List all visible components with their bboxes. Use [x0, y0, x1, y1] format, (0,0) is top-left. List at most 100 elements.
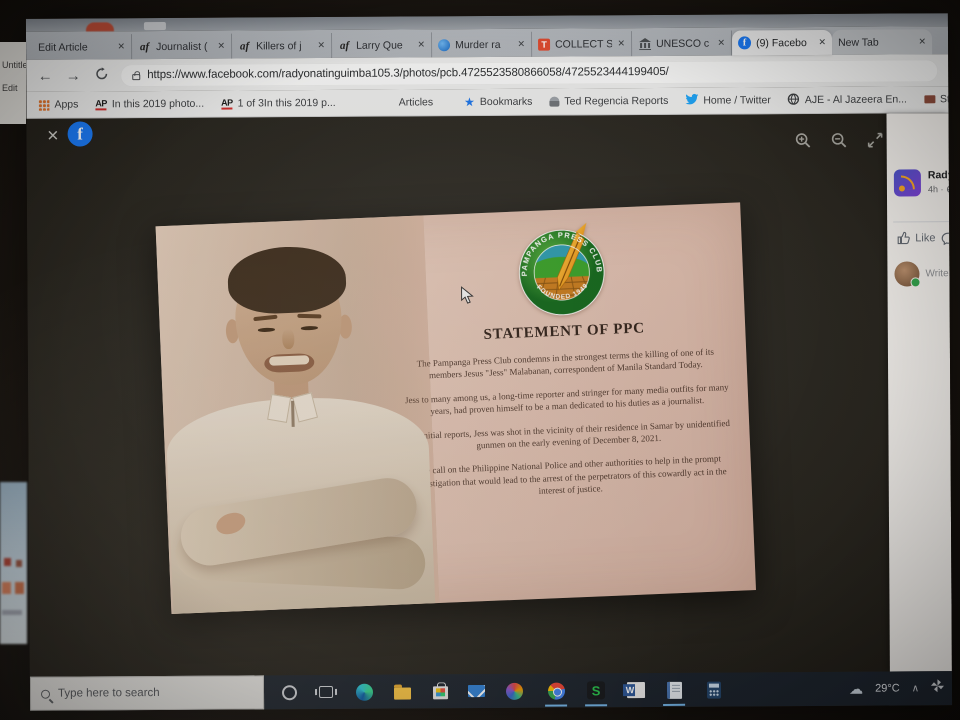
bookmark-articles[interactable]: Articles [399, 96, 434, 108]
zoom-out-icon[interactable] [831, 132, 848, 149]
like-button[interactable]: Like [897, 231, 935, 244]
zoom-in-icon[interactable] [795, 132, 812, 149]
background-window-sliver: Untitled Edit [0, 42, 26, 124]
comment-icon[interactable] [941, 232, 952, 250]
tab-close-icon[interactable]: ✕ [918, 36, 926, 47]
page-name[interactable]: Radyo [928, 169, 952, 181]
task-view-icon[interactable] [314, 680, 338, 704]
tab-close-icon[interactable]: ✕ [317, 40, 325, 51]
system-tray: ☁ 29°C ∧ [849, 671, 944, 706]
word-icon[interactable]: W [624, 678, 648, 702]
paint-3d-icon[interactable] [502, 679, 526, 703]
tab-label: Killers of j [256, 40, 313, 52]
tab-close-icon[interactable]: ✕ [717, 38, 725, 49]
public-globe-icon [946, 185, 951, 193]
tab-label: Edit Article [38, 41, 113, 53]
person-icon [549, 97, 559, 107]
s-app-icon[interactable]: S [584, 678, 608, 702]
bookmark-storycorps[interactable]: StoryCorps: Recordi... [924, 93, 952, 106]
microsoft-store-icon[interactable] [428, 679, 452, 703]
background-window-menu: Edit [2, 77, 26, 100]
tab-killers-of-journalists[interactable]: af Killers of j ✕ [232, 33, 332, 59]
af-favicon: af [238, 39, 251, 52]
tab-larry-que[interactable]: af Larry Que ✕ [332, 32, 432, 58]
tray-expand-icon[interactable]: ∧ [912, 683, 919, 694]
statement-paragraph-2: Jess to many among us, a long-time repor… [401, 381, 734, 419]
bookmark-ap-photo-2[interactable]: AP 1 of 3In this 2019 p... [221, 97, 336, 110]
fullscreen-icon[interactable] [867, 132, 884, 149]
facebook-logo[interactable]: f [68, 121, 93, 146]
globe-icon [788, 93, 800, 108]
divider [893, 221, 949, 222]
tab-facebook-active[interactable]: f (9) Facebo ✕ [732, 30, 832, 56]
tab-murder[interactable]: Murder ra ✕ [432, 32, 532, 58]
post-timestamp: 4h · [928, 184, 952, 194]
comment-input[interactable]: Write a c [925, 268, 951, 279]
tab-edit-article[interactable]: Edit Article ✕ [32, 34, 132, 60]
bookmark-ted-regencia[interactable]: Ted Regencia Reports [549, 95, 668, 108]
tab-label: Larry Que [356, 39, 413, 51]
mouse-cursor [461, 286, 474, 309]
tab-label: New Tab [838, 36, 914, 48]
tab-label: Journalist ( [156, 40, 213, 52]
user-avatar[interactable] [894, 261, 919, 286]
tab-close-icon[interactable]: ✕ [617, 38, 625, 49]
cortana-icon[interactable] [277, 680, 301, 704]
bookmark-label: 1 of 3In this 2019 p... [238, 97, 336, 110]
like-label: Like [915, 232, 935, 244]
bookmark-ap-photo-1[interactable]: AP In this 2019 photo... [95, 98, 204, 111]
calculator-icon[interactable] [702, 678, 726, 702]
tab-unesco[interactable]: UNESCO c ✕ [632, 31, 732, 57]
radio-station-avatar[interactable] [894, 169, 921, 196]
bookmark-label: Bookmarks [480, 96, 533, 108]
apps-grid-icon [38, 99, 49, 110]
temperature-label[interactable]: 29°C [875, 682, 900, 694]
tab-journalist[interactable]: af Journalist ( ✕ [132, 34, 232, 60]
thumbs-up-icon [897, 231, 910, 244]
page-header-row: Radyo 4h · [894, 169, 952, 196]
reload-button[interactable] [92, 67, 110, 84]
storycorps-icon [924, 95, 935, 103]
twitter-bird-icon [685, 94, 698, 108]
tab-close-icon[interactable]: ✕ [818, 37, 826, 48]
tab-label: (9) Facebo [756, 37, 814, 49]
ppc-club-logo: PAMPANGA PRESS CLUB FOUNDED 1949 [514, 222, 610, 318]
search-placeholder: Type here to search [58, 687, 160, 700]
tab-close-icon[interactable]: ✕ [417, 39, 425, 50]
tab-new-tab[interactable]: New Tab ✕ [832, 29, 932, 55]
weather-cloud-icon[interactable]: ☁ [849, 680, 863, 697]
laptop-screen: Edit Article ✕ af Journalist ( ✕ af Kill… [26, 13, 952, 711]
back-button[interactable]: ← [36, 67, 54, 84]
address-bar[interactable]: https://www.facebook.com/radyonatinguimb… [120, 59, 938, 87]
forward-button[interactable]: → [64, 67, 82, 84]
taskbar-search-box[interactable]: Type here to search [30, 675, 264, 710]
network-pinwheel-icon[interactable] [931, 679, 944, 697]
edge-icon[interactable] [352, 680, 376, 704]
time-text: 4h · [928, 184, 944, 194]
bookmark-label: In this 2019 photo... [112, 98, 204, 111]
collect-favicon: T [538, 38, 550, 50]
tab-close-icon[interactable]: ✕ [117, 41, 125, 52]
chrome-icon[interactable] [544, 679, 568, 703]
star-icon: ★ [464, 95, 475, 109]
close-viewer-icon[interactable]: ✕ [47, 127, 60, 145]
bookmark-twitter-home[interactable]: Home / Twitter [685, 93, 771, 108]
tab-label: Murder ra [455, 38, 513, 50]
window-control-strip [144, 22, 166, 30]
file-explorer-icon[interactable] [390, 679, 414, 703]
write-comment-row: Write a c [894, 261, 952, 286]
statement-text-column: PAMPANGA PRESS CLUB FOUNDED 1949 STATEME… [394, 217, 737, 514]
globe-favicon [438, 39, 450, 51]
bookmark-aje[interactable]: AJE - Al Jazeera En... [788, 92, 907, 108]
apps-button[interactable]: Apps [38, 99, 78, 111]
search-icon [41, 689, 50, 698]
tab-close-icon[interactable]: ✕ [217, 41, 225, 52]
notepad-icon[interactable] [662, 678, 686, 702]
tab-close-icon[interactable]: ✕ [517, 39, 525, 50]
bookmark-label: Home / Twitter [703, 94, 771, 106]
tab-collect[interactable]: T COLLECT S ✕ [532, 31, 632, 57]
mail-icon[interactable] [464, 679, 488, 703]
apps-label: Apps [54, 99, 78, 111]
browser-tab-bar: Edit Article ✕ af Journalist ( ✕ af Kill… [26, 26, 948, 60]
bookmark-bookmarks-folder[interactable]: ★ Bookmarks [464, 95, 532, 109]
